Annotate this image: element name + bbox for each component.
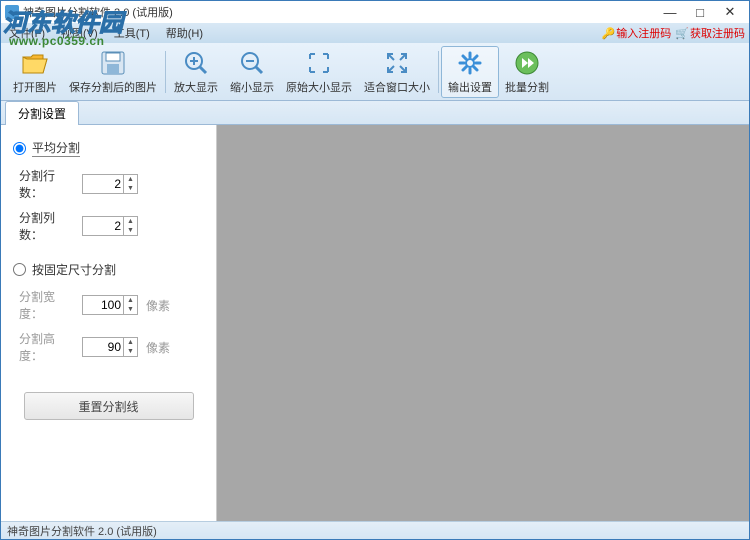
width-field: 分割宽度： ▲▼ 像素 bbox=[13, 288, 204, 322]
batch-icon bbox=[513, 49, 541, 77]
toolbar-separator bbox=[438, 51, 439, 93]
avg-split-group: 平均分割 分割行数： ▲▼ 分割列数： ▲▼ bbox=[13, 139, 204, 243]
fixed-split-radio-row[interactable]: 按固定尺寸分割 bbox=[13, 261, 204, 278]
avg-split-radio[interactable] bbox=[13, 142, 26, 155]
down-arrow-icon[interactable]: ▼ bbox=[124, 226, 137, 235]
batch-split-button[interactable]: 批量分割 bbox=[499, 47, 555, 97]
zoom-out-button[interactable]: 缩小显示 bbox=[224, 47, 280, 97]
toolbar-separator bbox=[165, 51, 166, 93]
avg-split-radio-row[interactable]: 平均分割 bbox=[13, 139, 204, 157]
rows-field: 分割行数： ▲▼ bbox=[13, 167, 204, 201]
menu-file[interactable]: 文件(F) bbox=[5, 24, 49, 42]
maximize-button[interactable]: □ bbox=[685, 2, 715, 22]
save-icon bbox=[99, 49, 127, 77]
header-right-links: 🔑 输入注册码 🛒 获取注册码 bbox=[602, 25, 745, 41]
cart-icon: 🛒 bbox=[675, 27, 689, 40]
open-image-button[interactable]: 打开图片 bbox=[7, 47, 63, 97]
spinner-arrows[interactable]: ▲▼ bbox=[123, 296, 137, 314]
cols-input[interactable] bbox=[83, 218, 123, 234]
fixed-split-group: 按固定尺寸分割 分割宽度： ▲▼ 像素 分割高度： ▲▼ 像素 bbox=[13, 261, 204, 364]
up-arrow-icon[interactable]: ▲ bbox=[124, 296, 137, 305]
status-text: 神奇图片分割软件 2.0 (试用版) bbox=[7, 526, 157, 538]
batch-label: 批量分割 bbox=[505, 79, 549, 95]
unit-label: 像素 bbox=[146, 297, 170, 314]
spinner-arrows[interactable]: ▲▼ bbox=[123, 175, 137, 193]
zoom-out-label: 缩小显示 bbox=[230, 79, 274, 95]
output-settings-button[interactable]: 输出设置 bbox=[441, 46, 499, 98]
window-controls: — □ ✕ bbox=[655, 2, 745, 22]
title-bar: 神奇图片分割软件 2.0 (试用版) — □ ✕ bbox=[1, 1, 749, 23]
cols-spinner[interactable]: ▲▼ bbox=[82, 216, 138, 236]
output-label: 输出设置 bbox=[448, 79, 492, 95]
zoom-fit-label: 适合窗口大小 bbox=[364, 79, 430, 95]
menu-view[interactable]: 视图(V) bbox=[57, 24, 102, 42]
toolbar: 打开图片 保存分割后的图片 放大显示 缩小显示 原始大小显示 适合窗口大小 bbox=[1, 43, 749, 101]
menu-help[interactable]: 帮助(H) bbox=[162, 24, 207, 42]
rows-spinner[interactable]: ▲▼ bbox=[82, 174, 138, 194]
zoom-fit-button[interactable]: 适合窗口大小 bbox=[358, 47, 436, 97]
image-canvas[interactable] bbox=[217, 125, 749, 523]
cols-field: 分割列数： ▲▼ bbox=[13, 209, 204, 243]
avg-split-label: 平均分割 bbox=[32, 139, 80, 157]
zoom-original-icon bbox=[305, 49, 333, 77]
width-input[interactable] bbox=[83, 297, 123, 313]
menu-bar: 文件(F) 视图(V) 工具(T) 帮助(H) 🔑 输入注册码 🛒 获取注册码 bbox=[1, 23, 749, 43]
open-label: 打开图片 bbox=[13, 79, 57, 95]
down-arrow-icon[interactable]: ▼ bbox=[124, 347, 137, 356]
zoom-out-icon bbox=[238, 49, 266, 77]
folder-open-icon bbox=[21, 49, 49, 77]
reset-lines-button[interactable]: 重置分割线 bbox=[24, 392, 194, 420]
app-icon bbox=[5, 5, 19, 19]
spinner-arrows[interactable]: ▲▼ bbox=[123, 338, 137, 356]
down-arrow-icon[interactable]: ▼ bbox=[124, 184, 137, 193]
width-spinner[interactable]: ▲▼ bbox=[82, 295, 138, 315]
enter-code-link[interactable]: 🔑 输入注册码 bbox=[602, 25, 672, 41]
fixed-split-radio[interactable] bbox=[13, 263, 26, 276]
rows-input[interactable] bbox=[83, 176, 123, 192]
rows-label: 分割行数： bbox=[19, 167, 74, 201]
enter-code-label: 输入注册码 bbox=[616, 25, 671, 41]
width-label: 分割宽度： bbox=[19, 288, 74, 322]
down-arrow-icon[interactable]: ▼ bbox=[124, 305, 137, 314]
height-field: 分割高度： ▲▼ 像素 bbox=[13, 330, 204, 364]
content-area: 平均分割 分割行数： ▲▼ 分割列数： ▲▼ 按固定尺寸分割 bbox=[1, 125, 749, 523]
get-code-link[interactable]: 🛒 获取注册码 bbox=[675, 25, 745, 41]
gear-icon bbox=[456, 49, 484, 77]
window-title: 神奇图片分割软件 2.0 (试用版) bbox=[23, 4, 173, 20]
zoom-in-label: 放大显示 bbox=[174, 79, 218, 95]
unit-label: 像素 bbox=[146, 339, 170, 356]
save-label: 保存分割后的图片 bbox=[69, 79, 157, 95]
fixed-split-label: 按固定尺寸分割 bbox=[32, 261, 116, 278]
get-code-label: 获取注册码 bbox=[690, 25, 745, 41]
menu-tools[interactable]: 工具(T) bbox=[110, 24, 154, 42]
zoom-in-icon bbox=[182, 49, 210, 77]
zoom-fit-icon bbox=[383, 49, 411, 77]
status-bar: 神奇图片分割软件 2.0 (试用版) bbox=[1, 521, 749, 539]
zoom-original-button[interactable]: 原始大小显示 bbox=[280, 47, 358, 97]
spinner-arrows[interactable]: ▲▼ bbox=[123, 217, 137, 235]
minimize-button[interactable]: — bbox=[655, 2, 685, 22]
zoom-orig-label: 原始大小显示 bbox=[286, 79, 352, 95]
key-icon: 🔑 bbox=[602, 27, 616, 40]
up-arrow-icon[interactable]: ▲ bbox=[124, 338, 137, 347]
height-label: 分割高度： bbox=[19, 330, 74, 364]
height-input[interactable] bbox=[83, 339, 123, 355]
up-arrow-icon[interactable]: ▲ bbox=[124, 217, 137, 226]
settings-panel: 平均分割 分割行数： ▲▼ 分割列数： ▲▼ 按固定尺寸分割 bbox=[1, 125, 217, 523]
tab-bar: 分割设置 bbox=[1, 101, 749, 125]
close-button[interactable]: ✕ bbox=[715, 2, 745, 22]
up-arrow-icon[interactable]: ▲ bbox=[124, 175, 137, 184]
zoom-in-button[interactable]: 放大显示 bbox=[168, 47, 224, 97]
height-spinner[interactable]: ▲▼ bbox=[82, 337, 138, 357]
save-image-button[interactable]: 保存分割后的图片 bbox=[63, 47, 163, 97]
tab-split-settings[interactable]: 分割设置 bbox=[5, 101, 79, 125]
cols-label: 分割列数： bbox=[19, 209, 74, 243]
